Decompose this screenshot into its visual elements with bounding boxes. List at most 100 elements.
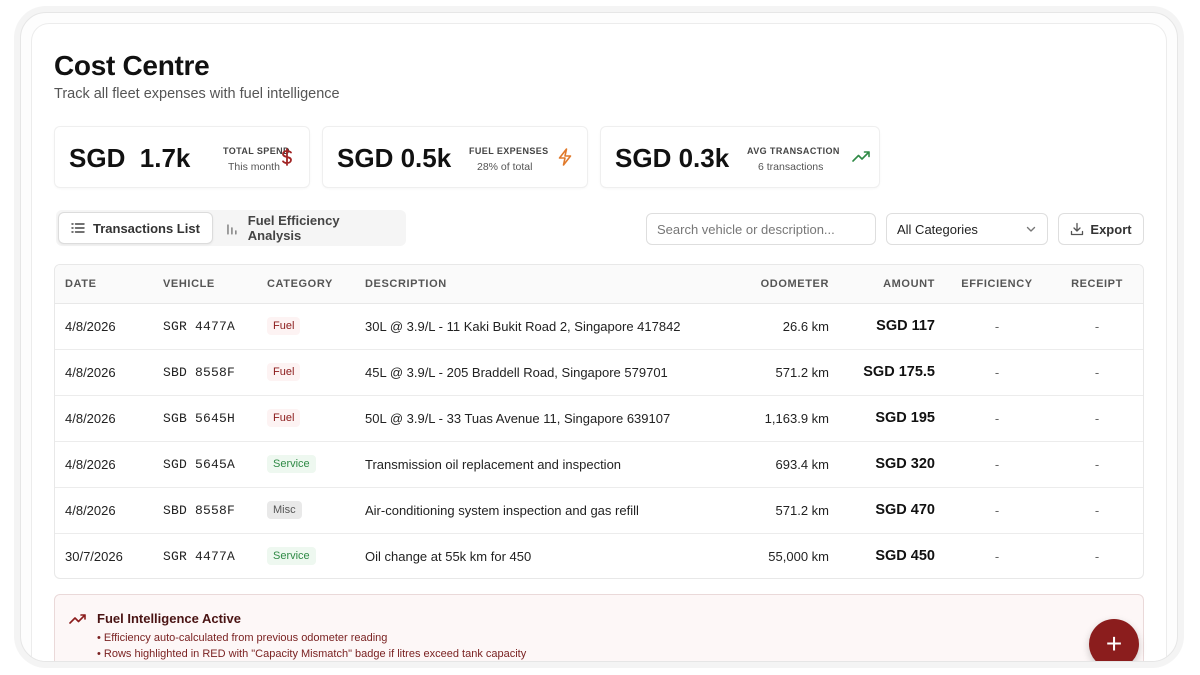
- cell-description: 30L @ 3.9/L - 11 Kaki Bukit Road 2, Sing…: [355, 303, 715, 350]
- tab-label: Transactions List: [93, 220, 200, 236]
- category-badge: Fuel: [267, 317, 301, 335]
- table-row[interactable]: 4/8/2026 SGB 5645H Fuel 50L @ 3.9/L - 33 Tu…: [55, 395, 1143, 442]
- cell-vehicle: SGB 5645H: [153, 395, 257, 442]
- notice-line: • Rows highlighted in RED with "Capacity…: [97, 648, 527, 660]
- cell-amount: SGD 195: [839, 395, 945, 442]
- table-header-row: DATE VEHICLE CATEGORY DESCRIPTION ODOMET…: [55, 265, 1143, 304]
- stat-label: AVG TRANSACTION: [747, 146, 840, 156]
- cell-odometer: 571.2 km: [715, 349, 839, 396]
- cell-category: Service: [257, 533, 355, 578]
- export-label: Export: [1090, 221, 1132, 237]
- stat-value: SGD 0.3k: [615, 143, 730, 173]
- cell-amount: SGD 320: [839, 441, 945, 488]
- cell-date: 4/8/2026: [55, 349, 153, 396]
- table-row[interactable]: 4/8/2026 SBD 8558F Misc Air-conditioning sy…: [55, 487, 1143, 534]
- dollar-icon: [282, 148, 292, 166]
- cell-vehicle: SGD 5645A: [153, 441, 257, 488]
- stat-label: FUEL EXPENSES: [469, 146, 549, 156]
- table-row[interactable]: 4/8/2026 SBD 8558F Fuel 45L @ 3.9/L - 205 B…: [55, 349, 1143, 396]
- column-header-vehicle[interactable]: VEHICLE: [153, 265, 257, 304]
- category-select[interactable]: All Categories: [886, 213, 1048, 245]
- cell-vehicle: SGR 4477A: [163, 548, 236, 564]
- cell-description: 45L @ 3.9/L - 205 Braddell Road, Singapo…: [355, 349, 715, 396]
- tab-fuel-efficiency-analysis[interactable]: Fuel Efficiency Analysis: [214, 212, 406, 244]
- cell-receipt[interactable]: -: [1049, 349, 1143, 396]
- cell-description: Air-conditioning system inspection and g…: [355, 487, 715, 534]
- column-header-odometer[interactable]: ODOMETER: [715, 265, 839, 304]
- export-button[interactable]: Export: [1058, 213, 1144, 245]
- tab-transactions-list[interactable]: Transactions List: [58, 212, 213, 244]
- trending-up-icon: [69, 614, 86, 624]
- bar-chart-icon: [227, 224, 237, 235]
- page-title: Cost Centre: [54, 50, 210, 81]
- cell-vehicle: SBD 8558F: [153, 487, 257, 534]
- stat-card-fuel-expenses: SGD 0.5k FUEL EXPENSES 28% of total: [322, 126, 588, 188]
- notice-title: Fuel Intelligence Active: [97, 611, 242, 626]
- cell-odometer: 693.4 km: [715, 441, 839, 488]
- cell-efficiency: -: [945, 395, 1049, 442]
- plus-icon: +: [1105, 628, 1123, 659]
- trending-up-icon: [852, 151, 870, 162]
- cell-efficiency: -: [945, 303, 1049, 350]
- cell-date: 30/7/2026: [65, 548, 123, 564]
- column-header-date[interactable]: DATE: [55, 265, 153, 304]
- stat-value: SGD 0.5k: [337, 143, 452, 173]
- cell-vehicle: SBD 8558F: [153, 349, 257, 396]
- category-badge: Fuel: [267, 409, 301, 427]
- cell-receipt[interactable]: -: [1049, 487, 1143, 534]
- cell-efficiency: -: [945, 487, 1049, 534]
- stat-sub: 28% of total: [477, 161, 533, 173]
- cell-efficiency: -: [945, 349, 1049, 396]
- download-icon: [1071, 222, 1084, 236]
- cell-odometer: 26.6 km: [715, 303, 839, 350]
- category-badge: Service: [267, 547, 316, 566]
- column-header-amount[interactable]: AMOUNT: [839, 265, 945, 304]
- cell-category: Fuel: [257, 349, 355, 396]
- cell-odometer: 1,163.9 km: [715, 395, 839, 442]
- add-transaction-button[interactable]: +: [1089, 619, 1139, 661]
- column-header-efficiency[interactable]: EFFICIENCY: [945, 265, 1049, 304]
- cell-efficiency: -: [994, 548, 1000, 564]
- cell-date: 4/8/2026: [55, 441, 153, 488]
- category-select-value: All Categories: [897, 221, 978, 237]
- cell-receipt[interactable]: -: [1049, 441, 1143, 488]
- table-row[interactable]: 4/8/2026 SGD 5645A Service Transmission oil…: [55, 441, 1143, 488]
- cell-category: Fuel: [257, 303, 355, 350]
- column-header-category[interactable]: CATEGORY: [257, 265, 355, 304]
- cell-vehicle: SGR 4477A: [153, 303, 257, 350]
- app-frame: Cost Centre Track all fleet expenses wit…: [20, 12, 1178, 662]
- cell-amount: SGD 175.5: [839, 349, 945, 396]
- stat-sub: 6 transactions: [758, 161, 824, 173]
- cell-receipt[interactable]: -: [1049, 533, 1143, 578]
- cell-efficiency: -: [945, 441, 1049, 488]
- category-badge: Misc: [267, 501, 302, 519]
- category-badge: Fuel: [267, 363, 301, 381]
- cell-category: Service: [257, 441, 355, 488]
- cell-receipt[interactable]: -: [1049, 395, 1143, 442]
- table-row[interactable]: 4/8/2026 SGR 4477A Fuel 30L @ 3.9/L - 11 Ka…: [55, 303, 1143, 350]
- cell-description: Oil change at 55k km for 450: [365, 548, 532, 564]
- cell-category: Misc: [257, 487, 355, 534]
- cell-amount: SGD 450: [875, 548, 935, 565]
- stat-sub: This month: [228, 161, 280, 173]
- page-subtitle: Track all fleet expenses with fuel intel…: [54, 86, 340, 102]
- cell-date: 4/8/2026: [55, 395, 153, 442]
- cell-odometer: 55,000 km: [768, 548, 829, 564]
- cell-description: 50L @ 3.9/L - 33 Tuas Avenue 11, Singapo…: [355, 395, 715, 442]
- column-header-receipt[interactable]: RECEIPT: [1049, 265, 1143, 304]
- search-input[interactable]: [646, 213, 876, 245]
- cell-date: 4/8/2026: [55, 303, 153, 350]
- cell-odometer: 571.2 km: [715, 487, 839, 534]
- lightning-icon: [558, 148, 572, 166]
- cell-category: Fuel: [257, 395, 355, 442]
- stat-card-avg-transaction: SGD 0.3k AVG TRANSACTION 6 transactions: [600, 126, 880, 188]
- view-tabs: Transactions List Fuel Efficiency Analys…: [56, 210, 406, 246]
- chevron-down-icon: [1026, 226, 1036, 232]
- cell-receipt[interactable]: -: [1049, 303, 1143, 350]
- cell-amount: SGD 117: [839, 303, 945, 350]
- table-row[interactable]: 30/7/2026 SGR 4477A Service Oil change at 5…: [55, 533, 1143, 578]
- column-header-description[interactable]: DESCRIPTION: [355, 265, 715, 304]
- cell-date: 4/8/2026: [55, 487, 153, 534]
- category-badge: Service: [267, 455, 316, 473]
- cost-centre-panel: Cost Centre Track all fleet expenses wit…: [31, 23, 1167, 661]
